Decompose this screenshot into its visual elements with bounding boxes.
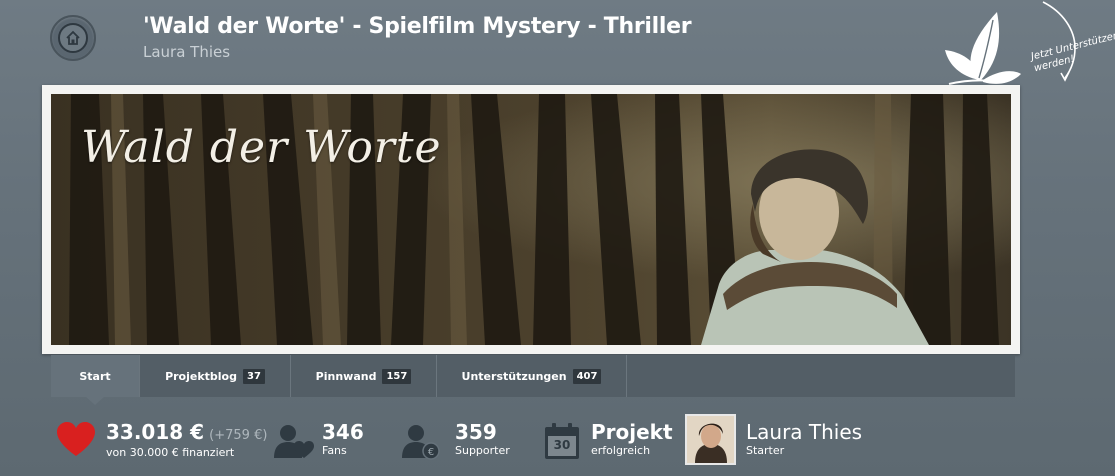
funding-delta: (+759 €) [209, 428, 268, 443]
fans-count: 346 [322, 420, 364, 444]
funding-caption: von 30.000 € finanziert [106, 446, 235, 459]
home-button[interactable] [50, 15, 96, 61]
tab-projektblog[interactable]: Projektblog 37 [140, 355, 291, 397]
hero-title: Wald der Worte [81, 122, 442, 173]
project-title: 'Wald der Worte' - Spielfilm Mystery - T… [143, 14, 692, 39]
supporters-label: Supporter [455, 444, 510, 457]
svg-text:€: € [428, 447, 434, 458]
tab-label: Start [79, 369, 111, 383]
project-status-label: erfolgreich [591, 444, 651, 457]
tab-label: Pinnwand [315, 369, 377, 383]
supporters-count: 359 [455, 420, 497, 444]
tab-count-badge: 157 [382, 368, 412, 384]
tab-label: Projektblog [165, 369, 237, 383]
starter-avatar[interactable] [685, 414, 736, 465]
supporter-icon: € [402, 425, 440, 460]
project-tabs: Start Projektblog 37 Pinnwand 157 Unters… [51, 355, 1015, 405]
funding-amount: 33.018 € [106, 420, 205, 444]
hero-frame: Wald der Worte [42, 85, 1020, 354]
home-icon [58, 23, 88, 53]
calendar-day: 30 [553, 438, 571, 452]
starter-name[interactable]: Laura Thies [746, 420, 862, 444]
heart-icon [57, 422, 95, 456]
tab-label: Unterstützungen [461, 369, 567, 383]
hero-image: Wald der Worte [51, 94, 1011, 345]
project-status-title: Projekt [591, 420, 673, 444]
tab-unterstuetzungen[interactable]: Unterstützungen 407 [437, 355, 627, 397]
tab-count-badge: 407 [572, 368, 602, 384]
tab-pinnwand[interactable]: Pinnwand 157 [291, 355, 437, 397]
fans-label: Fans [322, 444, 347, 457]
starter-label: Starter [746, 444, 785, 457]
tab-count-badge: 37 [243, 368, 265, 384]
project-author-link[interactable]: Laura Thies [143, 43, 230, 61]
tab-start[interactable]: Start [51, 355, 140, 405]
fans-icon [274, 425, 314, 458]
